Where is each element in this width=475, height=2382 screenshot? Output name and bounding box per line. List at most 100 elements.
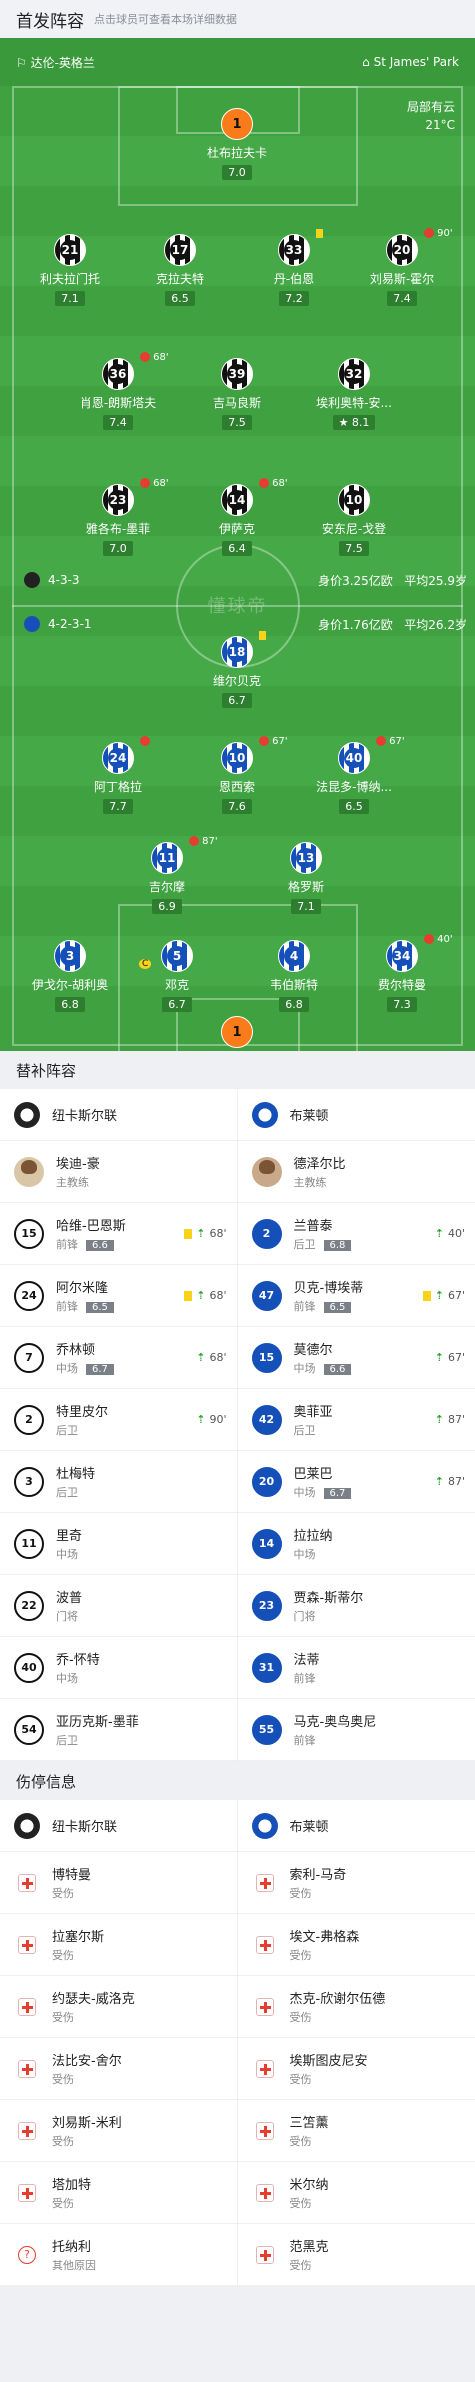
away-player[interactable]: 13 格罗斯 7.1 [246,842,366,914]
injury-player-name: 索利-马奇 [289,1868,347,1883]
sub-player-row[interactable]: 7 乔林顿 中场 6.7 ⇡ 68' [0,1327,237,1389]
weather-info: 局部有云 21°C [407,98,455,134]
sub-name: 法蒂 [293,1653,320,1668]
medical-cross-icon [255,2059,274,2078]
injury-row[interactable]: 塔加特 受伤 [0,2162,237,2224]
sub-player-row[interactable]: 55 马克-奥鸟奥尼 前锋 [237,1699,475,1761]
injury-row[interactable]: ? 托纳利 其他原因 [0,2224,237,2286]
home-player[interactable]: 39 吉马良斯 7.5 [177,358,297,430]
medical-cross-icon [255,1873,274,1892]
medical-cross-icon [255,1997,274,2016]
sub-player-row[interactable]: 11 里奇 中场 [0,1513,237,1575]
injury-row[interactable]: 约瑟夫-威洛克 受伤 [0,1976,237,2038]
injury-row[interactable]: 埃文-弗格森 受伤 [237,1914,475,1976]
sub-player-row[interactable]: 24 阿尔米隆 前锋 6.5 ⇡ 68' [0,1265,237,1327]
away-player[interactable]: 24 阿丁格拉 7.7 [58,736,178,814]
injuries-away-column: 布莱顿 索利-马奇受伤埃文-弗格森 受伤 杰克-欣谢尔伍德 受伤 埃斯图皮尼安 受伤 三笘薰… [237,1800,475,2286]
injury-row[interactable]: 索利-马奇受伤 [237,1852,475,1914]
home-player[interactable]: 14 68' 伊萨克 6.4 [177,478,297,556]
away-player[interactable]: 18 维尔贝克 6.7 [177,630,297,708]
jersey-icon: 4 [278,940,310,972]
jersey-icon: 17 [164,234,196,266]
sub-player-row[interactable]: 42 奥菲亚 后卫 ⇡ 87' [237,1389,475,1451]
jersey-icon: 10 [338,484,370,516]
sub-player-row[interactable]: 54 亚历克斯-墨菲 后卫 [0,1699,237,1761]
sub-in-arrow-icon: ⇡ [196,1351,206,1364]
home-coach[interactable]: 埃迪-豪 主教练 [0,1141,237,1203]
injury-row[interactable]: 博特曼 受伤 [0,1852,237,1914]
player-event-icon: 90' [424,228,453,239]
pitch-topbar: ⚐ 达伦-英格兰 ⌂ St James' Park [0,38,475,86]
player-event-icon: 40' [424,934,453,945]
sub-player-row[interactable]: 14 拉拉纳 中场 [237,1513,475,1575]
jersey-icon: 34 [386,940,418,972]
sub-name: 亚历克斯-墨菲 [56,1715,139,1730]
away-player[interactable]: 34 40' 费尔特曼 7.3 [342,934,462,1012]
away-player[interactable]: 10 67' 恩西索 7.6 [177,736,297,814]
home-player[interactable]: 17 克拉夫特 6.5 [120,234,240,306]
home-player[interactable]: 20 90' 刘易斯-霍尔 7.4 [342,228,462,306]
sub-player-row[interactable]: 40 乔-怀特 中场 [0,1637,237,1699]
away-player[interactable]: 3 伊戈尔-胡利奥 6.8 [10,940,130,1012]
sub-name: 杜梅特 [56,1467,96,1482]
injury-row[interactable]: 范黑克 受伤 [237,2224,475,2286]
player-name: 法昆多-博纳... [316,780,392,794]
injury-player-name: 塔加特 [52,2178,92,2193]
player-event-icon: 68' [259,478,288,489]
away-player[interactable]: 1巴尔特-费布...7.9 [177,1016,297,1051]
away-player[interactable]: 40 67' 法昆多-博纳... 6.5 [294,736,414,814]
injury-row[interactable]: 法比安-舍尔 受伤 [0,2038,237,2100]
injury-player-name: 博特曼 [52,1868,92,1883]
sub-in-indicator: ⇡ 67' [434,1351,465,1364]
sub-player-row[interactable]: 31 法蒂 前锋 [237,1637,475,1699]
injury-row[interactable]: 埃斯图皮尼安 受伤 [237,2038,475,2100]
sub-in-arrow-icon: ⇡ [196,1289,206,1302]
coach-avatar [14,1156,44,1187]
injury-row[interactable]: 米尔纳 受伤 [237,2162,475,2224]
away-player[interactable]: 4 韦伯斯特 6.8 [234,940,354,1012]
home-player[interactable]: 1 杜布拉夫卡 7.0 [177,108,297,180]
sub-player-row[interactable]: 23 贾森-斯蒂尔 门将 [237,1575,475,1637]
player-rating: 6.7 [222,693,252,708]
player-name: 恩西索 [218,780,255,794]
subs-home-team[interactable]: 纽卡斯尔联 [0,1089,237,1141]
sub-player-row[interactable]: 20 巴莱巴 中场 6.7 ⇡ 87' [237,1451,475,1513]
player-name: 安东尼-戈登 [321,522,387,536]
watermark: 懂球帝 [207,596,268,617]
injury-row[interactable]: 拉塞尔斯 受伤 [0,1914,237,1976]
injury-row[interactable]: 杰克-欣谢尔伍德 受伤 [237,1976,475,2038]
home-player[interactable]: 33 丹-伯恩 7.2 [234,228,354,306]
injuries-home-team[interactable]: 纽卡斯尔联 [0,1800,237,1852]
sub-player-row[interactable]: 2 特里皮尔 后卫 ⇡ 90' [0,1389,237,1451]
sub-player-row[interactable]: 3 杜梅特 后卫 [0,1451,237,1513]
jersey-icon: 31 [251,1652,282,1683]
sub-player-row[interactable]: 2 兰普泰 后卫 6.8 ⇡ 40' [237,1203,475,1265]
home-player[interactable]: 32 埃利奥特-安... ★ 8.1 [294,358,414,430]
home-formation: 4-3-3 [24,572,80,588]
sub-player-row[interactable]: 47 贝克-博埃蒂 前锋 6.5 ⇡ 67' [237,1265,475,1327]
sub-player-row[interactable]: 15 哈维-巴恩斯 前锋 6.6 ⇡ 68' [0,1203,237,1265]
home-player[interactable]: 10 安东尼-戈登 7.5 [294,484,414,556]
player-name: 克拉夫特 [155,272,204,286]
jersey-icon: 14 [221,484,253,516]
home-player[interactable]: 23 68' 雅各布-墨菲 7.0 [58,478,178,556]
player-rating: 7.7 [103,799,133,814]
injuries-table: 纽卡斯尔联 博特曼 受伤 拉塞尔斯 受伤 约瑟夫-威洛克 受伤 法比安-舍尔 受伤 刘易斯-米利… [0,1800,475,2287]
away-coach[interactable]: 德泽尔比 主教练 [237,1141,475,1203]
subs-title: 替补阵容 [0,1051,475,1089]
home-player[interactable]: 36 68' 肖恩-朗斯塔夫 7.4 [58,352,178,430]
injuries-away-team[interactable]: 布莱顿 [237,1800,475,1852]
medical-cross-icon [255,2245,274,2264]
away-player[interactable]: 11 87' 吉尔摩 6.9 [107,836,227,914]
sub-in-arrow-icon: ⇡ [434,1227,444,1240]
away-player[interactable]: 5 C 邓克 6.7 [117,940,237,1012]
subs-away-team[interactable]: 布莱顿 [237,1089,475,1141]
player-event-icon: 87' [189,836,218,847]
injury-row[interactable]: 三笘薰 受伤 [237,2100,475,2162]
home-player[interactable]: 21 利夫拉门托 7.1 [10,234,130,306]
injury-reason: 受伤 [289,1887,312,1900]
injury-row[interactable]: 刘易斯-米利 受伤 [0,2100,237,2162]
player-name: 丹-伯恩 [273,272,315,286]
sub-player-row[interactable]: 15 莫德尔 中场 6.6 ⇡ 67' [237,1327,475,1389]
sub-player-row[interactable]: 22 波普 门将 [0,1575,237,1637]
